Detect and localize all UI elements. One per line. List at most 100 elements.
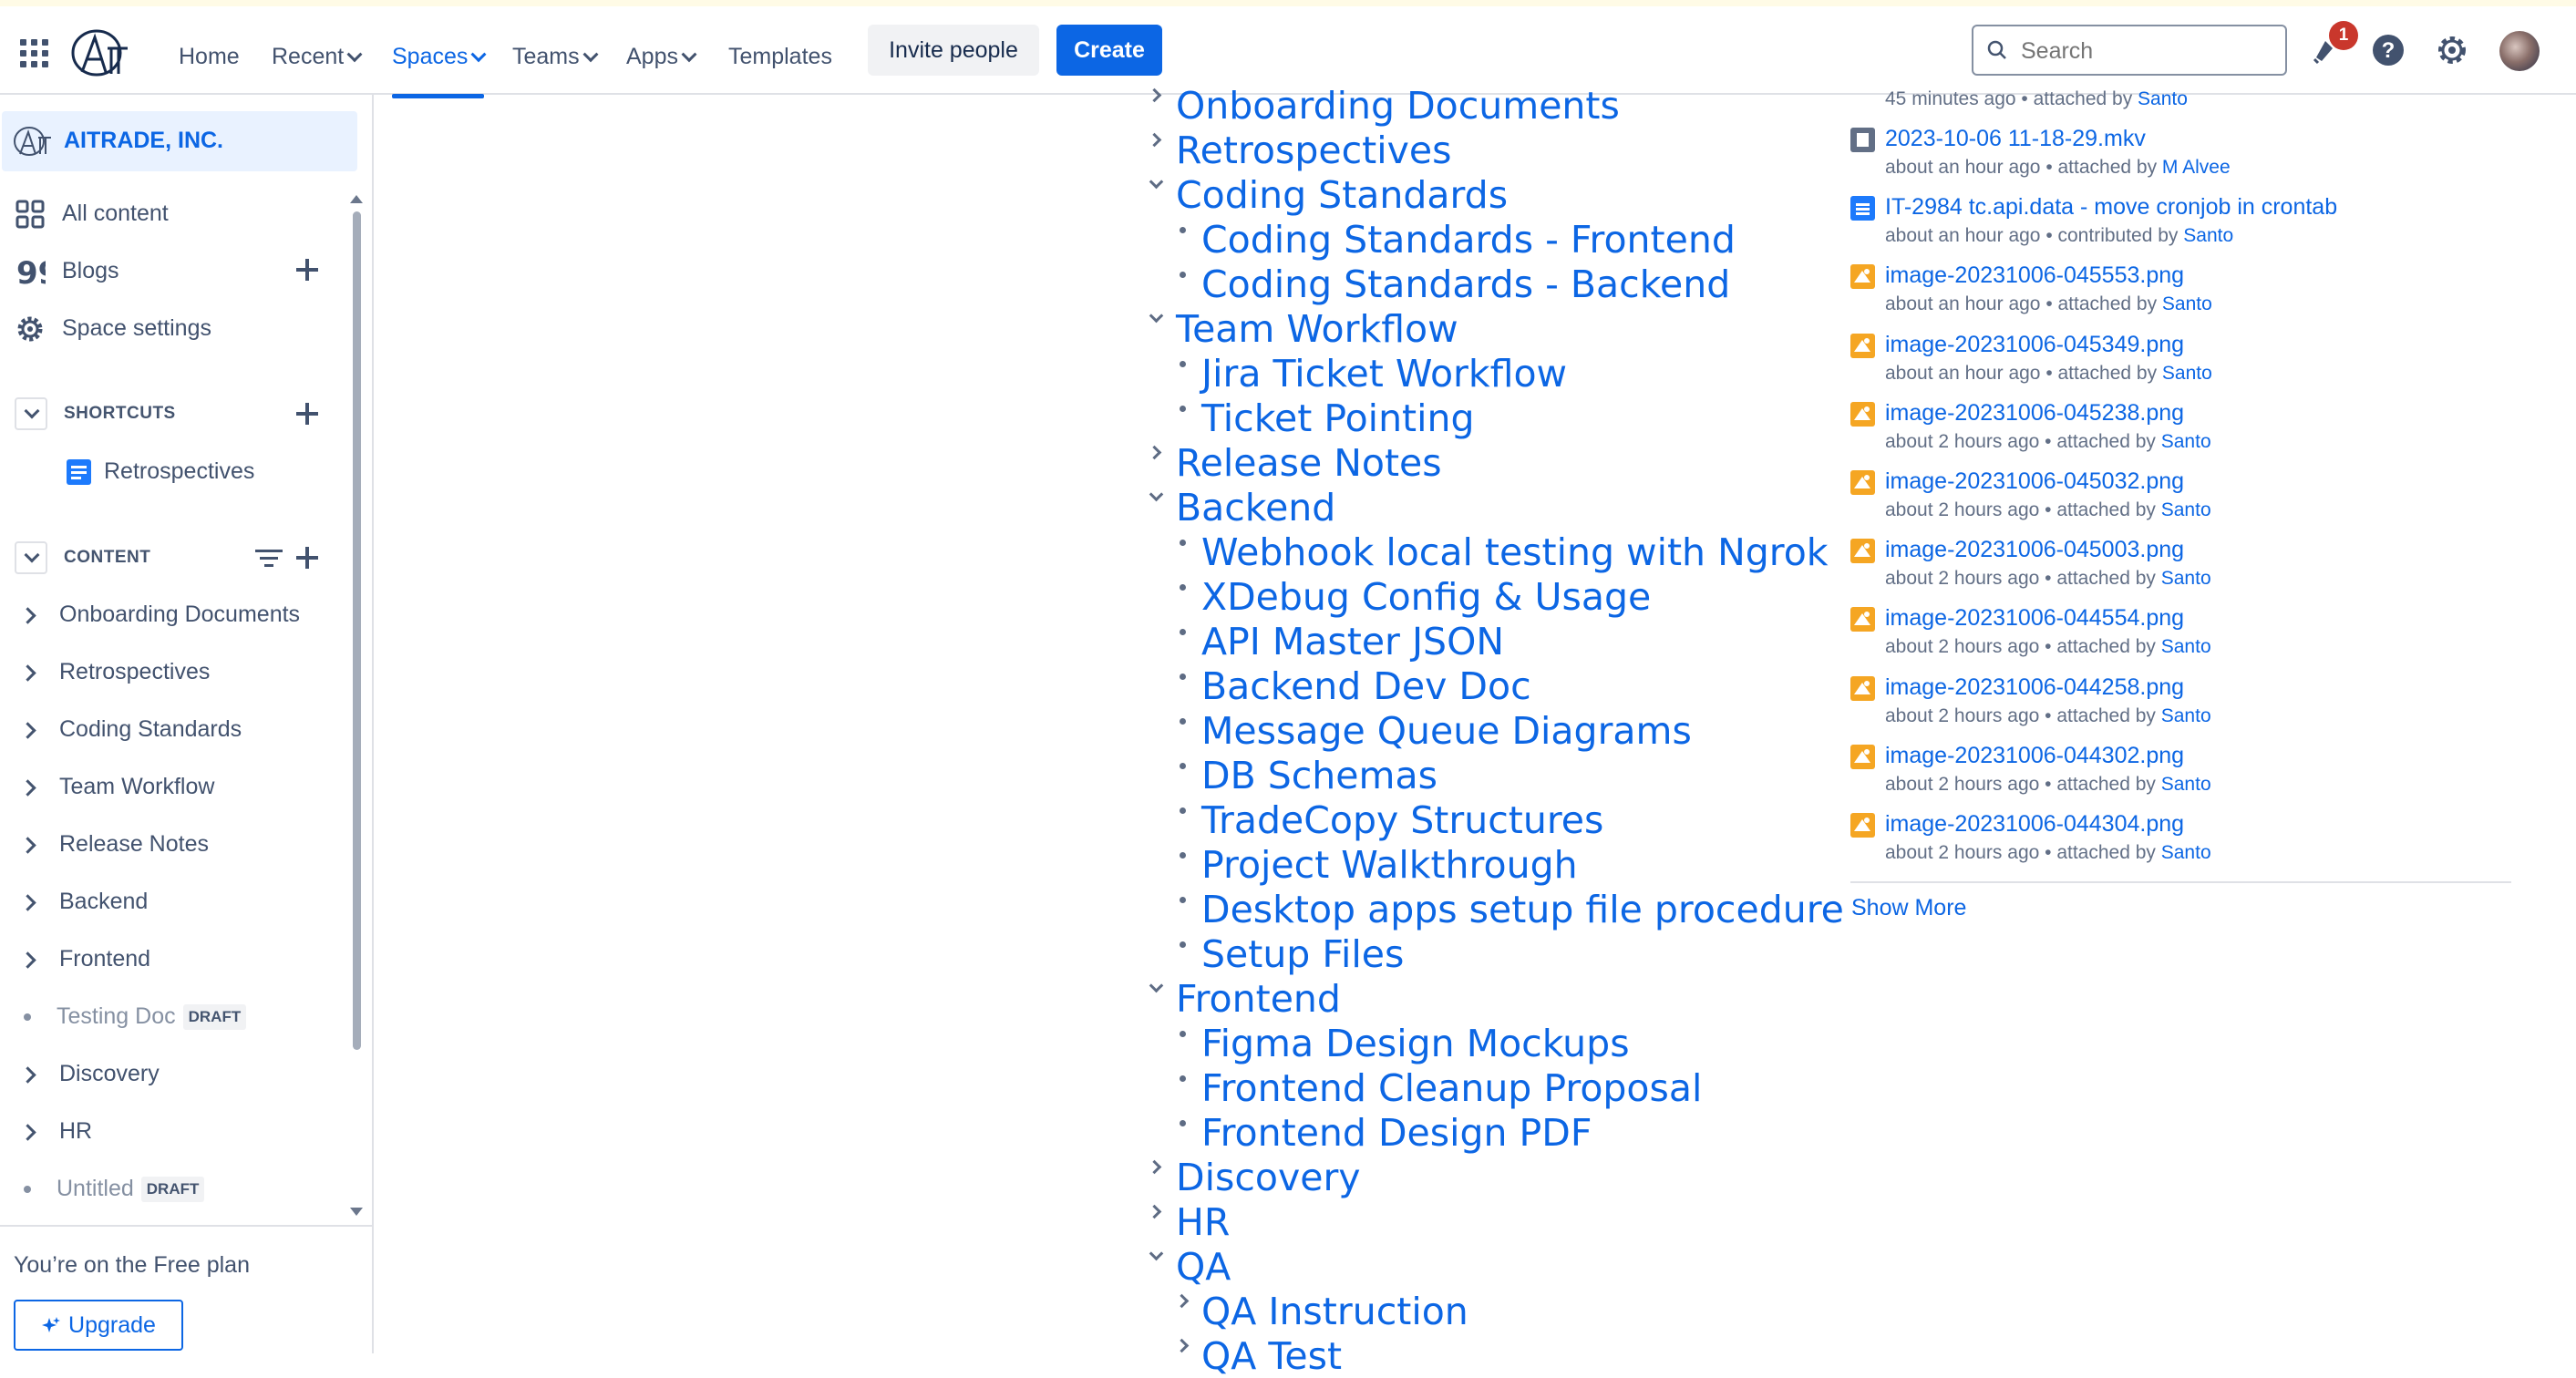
- page-tree-link[interactable]: Team Workflow: [1176, 307, 1458, 351]
- nav-templates[interactable]: Templates: [728, 32, 832, 81]
- tree-item-draft[interactable]: Testing Doc DRAFT: [18, 998, 247, 1034]
- shortcut-item-retrospectives[interactable]: Retrospectives: [64, 453, 254, 489]
- activity-item-title[interactable]: image-20231006-045238.png: [1885, 400, 2184, 427]
- activity-author-link[interactable]: Santo: [2162, 293, 2212, 314]
- nav-apps[interactable]: Apps: [626, 32, 697, 81]
- app-switcher-icon[interactable]: [20, 39, 49, 68]
- page-tree-link[interactable]: Coding Standards - Backend: [1201, 262, 1730, 306]
- activity-item-title[interactable]: image-20231006-044304.png: [1885, 811, 2184, 838]
- avatar[interactable]: [2499, 31, 2540, 71]
- nav-teams[interactable]: Teams: [512, 32, 599, 81]
- page-tree-link[interactable]: Onboarding Documents: [1176, 84, 1620, 128]
- tree-item-draft[interactable]: Untitled DRAFT: [18, 1170, 205, 1207]
- page-tree-link[interactable]: Frontend Design PDF: [1201, 1111, 1592, 1155]
- tree-item[interactable]: Coding Standards: [18, 711, 242, 747]
- page-tree-link[interactable]: Jira Ticket Workflow: [1201, 352, 1567, 396]
- tree-item[interactable]: Backend: [18, 883, 148, 920]
- tree-item[interactable]: Team Workflow: [18, 768, 214, 805]
- chevron-right-icon[interactable]: [19, 722, 36, 739]
- page-tree-link[interactable]: QA Test: [1201, 1334, 1342, 1378]
- nav-home[interactable]: Home: [179, 32, 240, 81]
- activity-author-link[interactable]: Santo: [2161, 705, 2211, 726]
- chevron-right-icon[interactable]: [19, 951, 36, 969]
- sidebar-item-blogs[interactable]: 99 Blogs: [15, 252, 119, 289]
- nav-recent[interactable]: Recent: [272, 32, 363, 81]
- show-more-link[interactable]: Show More: [1851, 895, 1966, 921]
- chevron-down-icon[interactable]: [1149, 174, 1164, 190]
- chevron-right-icon[interactable]: [1147, 132, 1162, 148]
- page-tree-link[interactable]: Backend: [1176, 486, 1335, 530]
- page-tree-link[interactable]: Release Notes: [1176, 441, 1442, 485]
- chevron-down-icon[interactable]: [15, 396, 47, 430]
- tree-item[interactable]: Frontend: [18, 941, 150, 977]
- activity-item-title[interactable]: image-20231006-044554.png: [1885, 605, 2184, 632]
- chevron-right-icon[interactable]: [19, 779, 36, 797]
- activity-author-link[interactable]: Santo: [2162, 363, 2212, 384]
- page-tree-link[interactable]: Webhook local testing with Ngrok: [1201, 530, 1829, 574]
- activity-author-link[interactable]: Santo: [2138, 88, 2188, 109]
- search-box[interactable]: [1972, 25, 2287, 76]
- page-tree-link[interactable]: Figma Design Mockups: [1201, 1022, 1630, 1065]
- page-tree-link[interactable]: Coding Standards - Frontend: [1201, 218, 1736, 262]
- space-header[interactable]: AITRADE, INC.: [2, 111, 357, 171]
- chevron-right-icon[interactable]: [1174, 1293, 1190, 1309]
- add-content-icon[interactable]: [296, 547, 318, 569]
- chevron-down-icon[interactable]: [15, 540, 47, 574]
- page-tree-link[interactable]: Frontend Cleanup Proposal: [1201, 1066, 1702, 1110]
- tree-item[interactable]: HR: [18, 1113, 92, 1149]
- page-tree-link[interactable]: Ticket Pointing: [1201, 396, 1475, 440]
- add-shortcut-icon[interactable]: [296, 403, 318, 425]
- activity-item-title[interactable]: image-20231006-045553.png: [1885, 262, 2184, 289]
- activity-author-link[interactable]: Santo: [2161, 431, 2211, 452]
- search-input[interactable]: [2019, 34, 2278, 68]
- activity-author-link[interactable]: Santo: [2161, 636, 2211, 657]
- chevron-right-icon[interactable]: [19, 894, 36, 911]
- activity-item-title[interactable]: 2023-10-06 11-18-29.mkv: [1885, 126, 2146, 152]
- page-tree-link[interactable]: Project Walkthrough: [1201, 843, 1578, 887]
- chevron-right-icon[interactable]: [19, 607, 36, 624]
- scroll-down-icon[interactable]: [350, 1208, 363, 1216]
- activity-author-link[interactable]: Santo: [2161, 499, 2211, 520]
- page-tree-link[interactable]: HR: [1176, 1200, 1230, 1244]
- chevron-right-icon[interactable]: [1147, 1204, 1162, 1219]
- create-button[interactable]: Create: [1056, 25, 1162, 76]
- chevron-down-icon[interactable]: [1149, 487, 1164, 502]
- chevron-down-icon[interactable]: [1149, 1246, 1164, 1261]
- chevron-right-icon[interactable]: [1147, 1159, 1162, 1175]
- shortcuts-heading[interactable]: SHORTCUTS: [15, 396, 176, 432]
- page-tree-link[interactable]: QA Instruction: [1201, 1290, 1468, 1333]
- activity-author-link[interactable]: Santo: [2183, 225, 2233, 246]
- page-tree-link[interactable]: Frontend: [1176, 977, 1341, 1021]
- page-tree-link[interactable]: DB Schemas: [1201, 754, 1437, 797]
- sidebar-item-all-content[interactable]: All content: [15, 195, 169, 231]
- page-tree-link[interactable]: Setup Files: [1201, 932, 1404, 976]
- sidebar-item-space-settings[interactable]: Space settings: [15, 310, 211, 346]
- scroll-up-icon[interactable]: [350, 195, 363, 203]
- sidebar-scrollbar[interactable]: [350, 186, 363, 1216]
- chevron-right-icon[interactable]: [19, 837, 36, 854]
- page-tree-link[interactable]: Message Queue Diagrams: [1201, 709, 1692, 753]
- chevron-right-icon[interactable]: [1174, 1338, 1190, 1353]
- activity-author-link[interactable]: Santo: [2161, 842, 2211, 863]
- chevron-down-icon[interactable]: [1149, 308, 1164, 324]
- chevron-right-icon[interactable]: [19, 1066, 36, 1084]
- page-tree-link[interactable]: XDebug Config & Usage: [1201, 575, 1651, 619]
- nav-spaces[interactable]: Spaces: [392, 32, 487, 98]
- chevron-right-icon[interactable]: [1147, 445, 1162, 460]
- tree-item[interactable]: Discovery: [18, 1055, 160, 1092]
- page-tree-link[interactable]: QA: [1176, 1245, 1231, 1289]
- settings-icon[interactable]: [2432, 30, 2472, 70]
- activity-author-link[interactable]: M Alvee: [2162, 157, 2231, 178]
- activity-item-title[interactable]: image-20231006-045032.png: [1885, 468, 2184, 495]
- filter-icon[interactable]: [255, 547, 283, 571]
- chevron-down-icon[interactable]: [1149, 978, 1164, 993]
- tree-item[interactable]: Retrospectives: [18, 653, 210, 690]
- invite-people-button[interactable]: Invite people: [868, 25, 1039, 76]
- tree-item[interactable]: Release Notes: [18, 826, 209, 862]
- activity-item-title[interactable]: image-20231006-045003.png: [1885, 537, 2184, 563]
- page-tree-link[interactable]: Discovery: [1176, 1156, 1361, 1199]
- page-tree-link[interactable]: Retrospectives: [1176, 129, 1451, 172]
- activity-author-link[interactable]: Santo: [2161, 568, 2211, 589]
- activity-item-title[interactable]: image-20231006-044258.png: [1885, 674, 2184, 701]
- activity-item-title[interactable]: image-20231006-044302.png: [1885, 743, 2184, 769]
